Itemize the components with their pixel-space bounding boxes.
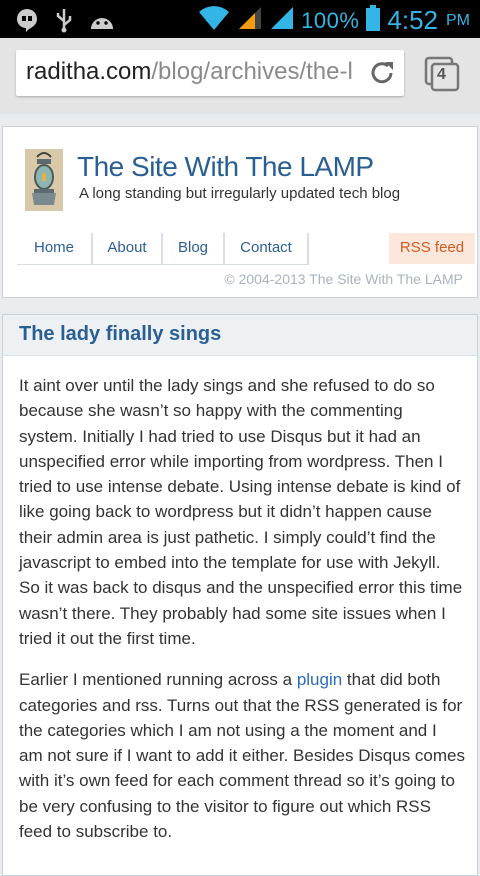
article: The lady finally sings It aint over unti… — [2, 314, 478, 876]
browser-toolbar: raditha.com/blog/archives/the-l — [0, 38, 480, 115]
nav-blog[interactable]: Blog — [163, 233, 225, 265]
paragraph-text: Earlier I mentioned running across a — [19, 670, 297, 690]
wifi-icon — [197, 4, 231, 37]
plugin-link[interactable]: plugin — [297, 670, 342, 689]
site-header: The Site With The LAMP A long standing b… — [2, 126, 478, 298]
signal-icon — [269, 5, 295, 36]
copyright-text: © 2004-2013 The Site With The LAMP — [224, 271, 463, 287]
url-path: /blog/archives/the-l — [151, 58, 353, 85]
site-nav: Home About Blog Contact RSS feed — [17, 233, 477, 265]
lamp-logo-icon — [25, 149, 63, 211]
web-page: The Site With The LAMP A long standing b… — [0, 114, 480, 876]
site-tagline: A long standing but irregularly updated … — [79, 185, 401, 202]
nav-home[interactable]: Home — [17, 233, 93, 265]
article-paragraph: Earlier I mentioned running across a plu… — [19, 667, 465, 844]
nav-contact[interactable]: Contact — [225, 233, 309, 265]
tab-count: 4 — [437, 66, 446, 83]
usb-icon — [54, 7, 74, 38]
article-body: It aint over until the lady sings and sh… — [19, 373, 465, 860]
url-bar[interactable]: raditha.com/blog/archives/the-l — [16, 50, 404, 96]
site-title[interactable]: The Site With The LAMP — [77, 151, 374, 183]
android-icon — [88, 9, 116, 36]
paragraph-text: that did both categories and rss. Turns … — [19, 670, 465, 842]
nav-about[interactable]: About — [93, 233, 163, 265]
article-paragraph: It aint over until the lady sings and sh… — [19, 376, 463, 648]
battery-icon — [365, 4, 381, 37]
reload-icon[interactable] — [368, 59, 396, 87]
status-bar: 100% 4:52 PM — [0, 0, 480, 38]
rss-feed-link[interactable]: RSS feed — [389, 233, 475, 264]
clock-ampm: PM — [446, 11, 470, 29]
clock-time: 4:52 — [387, 5, 438, 35]
signal-icon — [237, 5, 263, 36]
article-title[interactable]: The lady finally sings — [19, 323, 221, 346]
hangouts-icon — [14, 7, 40, 38]
article-header: The lady finally sings — [3, 315, 477, 356]
url-domain: raditha.com — [26, 58, 152, 85]
battery-percent: 100% — [301, 7, 360, 33]
url-text[interactable]: raditha.com/blog/archives/the-l — [26, 58, 356, 86]
